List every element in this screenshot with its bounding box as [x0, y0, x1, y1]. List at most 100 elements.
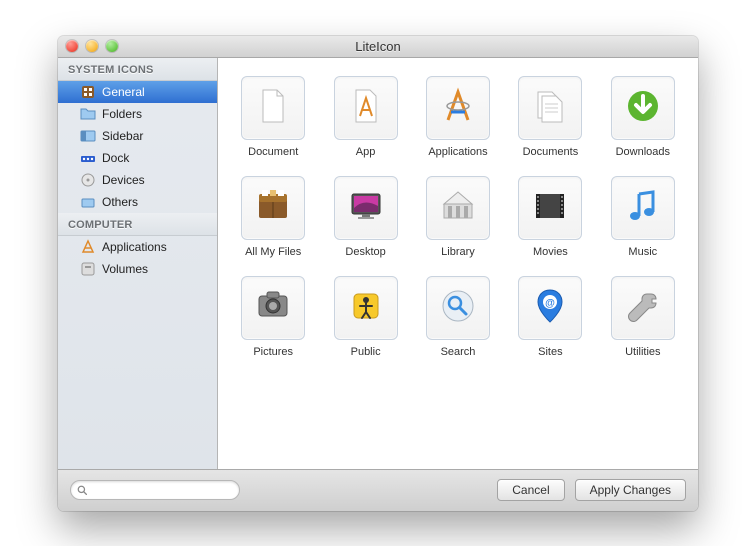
sites-icon: @: [530, 286, 570, 329]
content-pane: Document App Applications Documents Download…: [218, 58, 698, 469]
icon-label: Documents: [523, 146, 579, 158]
music-icon: [623, 186, 663, 229]
icon-well[interactable]: [518, 76, 582, 140]
icon-well[interactable]: [241, 176, 305, 240]
general-icon: [80, 84, 96, 100]
movies-icon: [530, 186, 570, 229]
icon-label: Library: [441, 246, 475, 258]
icon-cell-app: App: [324, 76, 406, 158]
icon-cell-utilities: Utilities: [602, 276, 684, 358]
sidebar-section-header: SYSTEM ICONS: [58, 58, 217, 81]
icon-label: Search: [441, 346, 476, 358]
icon-cell-search: Search: [417, 276, 499, 358]
icon-cell-library: Library: [417, 176, 499, 258]
search-big-icon: [438, 286, 478, 329]
icon-cell-pictures: Pictures: [232, 276, 314, 358]
icon-well[interactable]: @: [518, 276, 582, 340]
titlebar: LiteIcon: [58, 36, 698, 58]
icon-label: Applications: [428, 146, 487, 158]
icon-well[interactable]: [334, 276, 398, 340]
sidebar-item-sidebar[interactable]: Sidebar: [58, 125, 217, 147]
icon-well[interactable]: [334, 76, 398, 140]
icon-well[interactable]: [611, 276, 675, 340]
cancel-button[interactable]: Cancel: [497, 479, 564, 501]
sidebar-section-header: COMPUTER: [58, 213, 217, 236]
sidebar-item-label: General: [102, 85, 145, 99]
window-title: LiteIcon: [58, 39, 698, 54]
icon-label: Music: [628, 246, 657, 258]
icon-cell-sites: @ Sites: [509, 276, 591, 358]
icon-label: Desktop: [345, 246, 385, 258]
sidebar-item-label: Dock: [102, 151, 129, 165]
sidebar-item-label: Devices: [102, 173, 145, 187]
sidebar-item-label: Volumes: [102, 262, 148, 276]
sidebar-item-others[interactable]: Others: [58, 191, 217, 213]
icon-label: Utilities: [625, 346, 660, 358]
icon-cell-public: Public: [324, 276, 406, 358]
apply-changes-button[interactable]: Apply Changes: [575, 479, 686, 501]
icon-label: Downloads: [616, 146, 670, 158]
sidebar-item-devices[interactable]: Devices: [58, 169, 217, 191]
devices-icon: [80, 172, 96, 188]
document-icon: [253, 86, 293, 129]
allmyfiles-icon: [253, 186, 293, 229]
sidebar-item-label: Applications: [102, 240, 167, 254]
dock-icon: [80, 150, 96, 166]
icon-well[interactable]: [241, 76, 305, 140]
documents-icon: [530, 86, 570, 129]
desktop-icon: [346, 186, 386, 229]
icon-label: Movies: [533, 246, 568, 258]
icon-well[interactable]: [241, 276, 305, 340]
icon-well[interactable]: [518, 176, 582, 240]
icon-well[interactable]: [426, 276, 490, 340]
icon-label: Document: [248, 146, 298, 158]
icon-grid: Document App Applications Documents Download…: [232, 76, 684, 358]
icon-well[interactable]: [426, 176, 490, 240]
sidebar-item-folders[interactable]: Folders: [58, 103, 217, 125]
sidebar-item-applications[interactable]: Applications: [58, 236, 217, 258]
applications-big-icon: [438, 86, 478, 129]
svg-text:@: @: [546, 298, 556, 309]
sidebar-icon: [80, 128, 96, 144]
icon-well[interactable]: [611, 176, 675, 240]
sidebar-item-label: Sidebar: [102, 129, 143, 143]
icon-well[interactable]: [611, 76, 675, 140]
sidebar-item-volumes[interactable]: Volumes: [58, 258, 217, 280]
icon-cell-desktop: Desktop: [324, 176, 406, 258]
app-icon: [346, 86, 386, 129]
icon-label: Sites: [538, 346, 562, 358]
sidebar-item-dock[interactable]: Dock: [58, 147, 217, 169]
public-icon: [346, 286, 386, 329]
sidebar-item-label: Others: [102, 195, 138, 209]
downloads-icon: [623, 86, 663, 129]
sidebar-item-general[interactable]: General: [58, 81, 217, 103]
icon-cell-applications: Applications: [417, 76, 499, 158]
icon-cell-movies: Movies: [509, 176, 591, 258]
app-window: LiteIcon SYSTEM ICONS General Folders Sideb…: [58, 36, 698, 511]
icon-cell-documents: Documents: [509, 76, 591, 158]
icon-label: App: [356, 146, 376, 158]
search-input[interactable]: [91, 484, 233, 496]
icon-label: All My Files: [245, 246, 301, 258]
others-icon: [80, 194, 96, 210]
volumes-icon: [80, 261, 96, 277]
utilities-icon: [623, 286, 663, 329]
icon-cell-document: Document: [232, 76, 314, 158]
folder-icon: [80, 106, 96, 122]
window-body: SYSTEM ICONS General Folders Sidebar Dock Dev…: [58, 58, 698, 469]
icon-cell-all-my-files: All My Files: [232, 176, 314, 258]
footer: Cancel Apply Changes: [58, 469, 698, 511]
icon-cell-music: Music: [602, 176, 684, 258]
applications-icon: [80, 239, 96, 255]
icon-cell-downloads: Downloads: [602, 76, 684, 158]
icon-well[interactable]: [426, 76, 490, 140]
sidebar: SYSTEM ICONS General Folders Sidebar Dock Dev…: [58, 58, 218, 469]
search-field-wrapper[interactable]: [70, 480, 240, 500]
pictures-icon: [253, 286, 293, 329]
icon-label: Public: [351, 346, 381, 358]
library-icon: [438, 186, 478, 229]
icon-label: Pictures: [253, 346, 293, 358]
search-icon: [77, 484, 87, 496]
sidebar-item-label: Folders: [102, 107, 142, 121]
icon-well[interactable]: [334, 176, 398, 240]
